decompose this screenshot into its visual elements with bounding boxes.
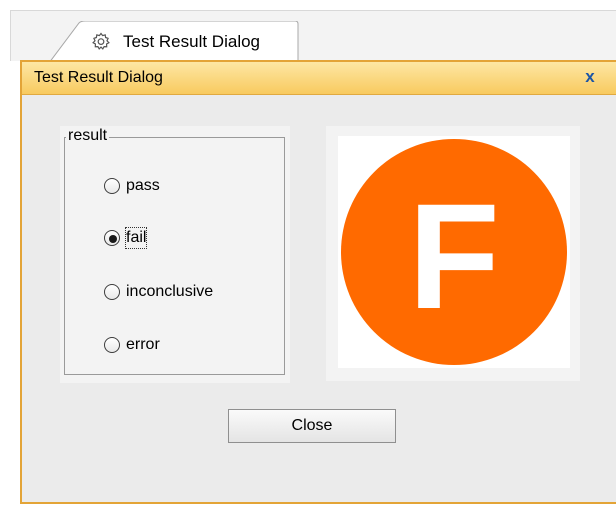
radio-error-label[interactable]: error — [126, 335, 160, 355]
result-panel: result pass fail inconclusive error — [60, 126, 290, 383]
tab-test-result-dialog[interactable]: Test Result Dialog — [49, 21, 299, 63]
radio-pass-label[interactable]: pass — [126, 176, 160, 196]
gear-icon — [91, 32, 111, 52]
close-icon[interactable]: x — [582, 67, 598, 87]
radio-error-circle[interactable] — [104, 337, 120, 353]
result-group-legend: result — [66, 126, 110, 146]
radio-fail-circle[interactable] — [104, 230, 120, 246]
tab-label: Test Result Dialog — [123, 32, 261, 51]
dialog-title-bar[interactable]: Test Result Dialog x — [22, 62, 616, 95]
radio-pass-circle[interactable] — [104, 178, 120, 194]
test-result-dialog: Test Result Dialog x result pass fail in… — [20, 60, 616, 504]
result-group-box — [64, 137, 285, 375]
close-button[interactable]: Close — [228, 409, 396, 443]
radio-selected-dot — [109, 235, 117, 243]
dialog-title: Test Result Dialog — [34, 69, 163, 86]
result-image-panel: F — [326, 126, 580, 381]
tab-strip: Test Result Dialog — [10, 10, 616, 63]
radio-fail-label[interactable]: fail — [124, 227, 148, 249]
fail-badge-icon: F — [341, 139, 567, 365]
radio-inconclusive-label[interactable]: inconclusive — [126, 282, 213, 302]
fail-badge-letter: F — [408, 172, 500, 340]
radio-inconclusive-circle[interactable] — [104, 284, 120, 300]
result-image: F — [338, 136, 570, 368]
dialog-content: result pass fail inconclusive error F Cl… — [22, 95, 616, 502]
